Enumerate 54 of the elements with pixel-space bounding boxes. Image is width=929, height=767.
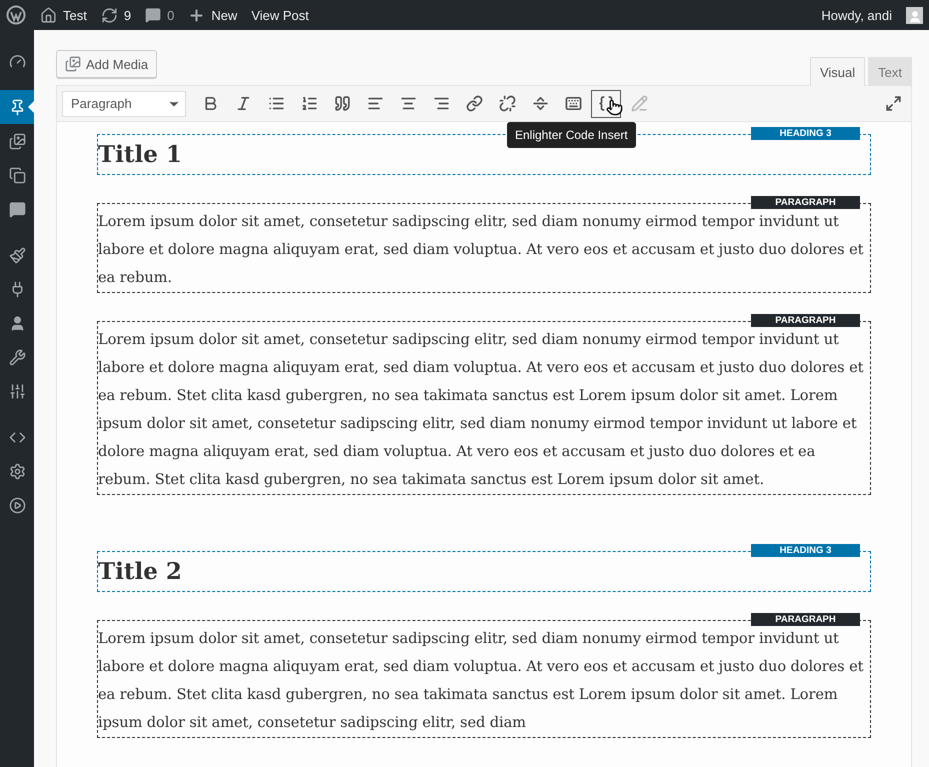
wrench-icon [8,348,26,366]
media-icon [8,132,26,150]
comments-count[interactable]: 0 [167,8,174,22]
person-icon [908,10,922,24]
read-more-icon [532,95,548,112]
plus-icon [188,6,206,24]
sliders-icon [8,382,26,400]
code-insert-button[interactable] [591,90,621,118]
updates-icon [100,6,118,24]
align-left-icon [366,95,384,112]
block-label: HEADING 3 [751,127,860,140]
heading-text: Title 2 [98,557,182,586]
comment-icon [8,200,26,218]
expand-icon [885,95,902,112]
view-post-link[interactable]: View Post [251,8,309,22]
settings-icon [8,462,26,480]
home-icon [40,6,57,24]
link-icon [466,95,482,112]
brush-icon [8,246,26,264]
editor-tab[interactable]: Visual [810,57,866,86]
play-icon [8,496,26,514]
bullet-list-icon [268,95,284,112]
site-link[interactable]: Test [63,8,87,22]
heading-text: Title 1 [98,140,182,169]
align-right-icon [432,95,450,112]
code-insert-icon [598,95,614,112]
tooltip: Enlighter Code Insert [507,122,636,148]
logo-icon[interactable] [6,5,26,25]
add-media-button[interactable]: Add Media [56,50,158,78]
updates-count[interactable]: 9 [124,8,132,22]
avatar[interactable] [906,6,923,24]
pages-icon [8,166,26,184]
block-label: HEADING 3 [751,544,860,557]
sidebar-item[interactable] [0,90,34,124]
toolbar-toggle-icon [564,95,582,112]
align-center-icon [400,95,416,112]
media-icon [65,56,81,72]
italic-icon [234,95,252,112]
paragraph-text: Lorem ipsum dolor sit amet, consetetur sadipscing elitr, sed diam nonumy eirmod tempor invidunt ut labore et dolore magna aliquyam erat, sed diam voluptua. At vero eos et accusam et justo duo dolores et ea rebum. Stet clita kasd gubergren, no sea takimata sanctus est Lorem ipsum dolor sit amet. Lorem ipsum dolor sit amet, consetetur sadipscing elitr, sed diam nonumy eirmod tempor invidunt ut labore et dolore magna aliquyam erat, sed diam voluptua. At vero eos et accusam et justo duo dolores et ea rebum. Stet clita kasd gubergren, no sea takimata sanctus est Lorem ipsum dolor sit amet. [98,330,864,490]
block-label: PARAGRAPH [751,314,860,327]
paragraph-text: Lorem ipsum dolor sit amet, consetetur sadipscing elitr, sed diam nonumy eirmod tempor invidunt ut labore et dolore magna aliquyam erat, sed diam voluptua. At vero eos et accusam et justo duo dolores et ea rebum. [98,212,864,288]
paragraph-text: Lorem ipsum dolor sit amet, consetetur sadipscing elitr, sed diam nonumy eirmod tempor invidunt ut labore et dolore magna aliquyam erat, sed diam voluptua. At vero eos et accusam et justo duo dolores et ea rebum. Stet clita kasd gubergren, no sea takimata sanctus est Lorem ipsum dolor sit amet. Lorem ipsum dolor sit amet, consetetur sadipscing elitr, sed diam [98,629,864,733]
new-link[interactable]: New [211,8,238,22]
blockquote-icon [334,95,350,112]
comment-icon [145,7,162,23]
format-select[interactable]: Paragraph [62,90,186,116]
hand-pointer-icon [606,98,623,116]
block-label: PARAGRAPH [751,196,860,209]
numbered-list-icon [300,95,318,112]
unlink-icon [498,95,516,112]
block-label: PARAGRAPH [751,613,860,626]
account-link[interactable]: Howdy, andi [821,8,892,22]
code-edit-icon [630,95,648,112]
gauge-icon [8,52,26,70]
